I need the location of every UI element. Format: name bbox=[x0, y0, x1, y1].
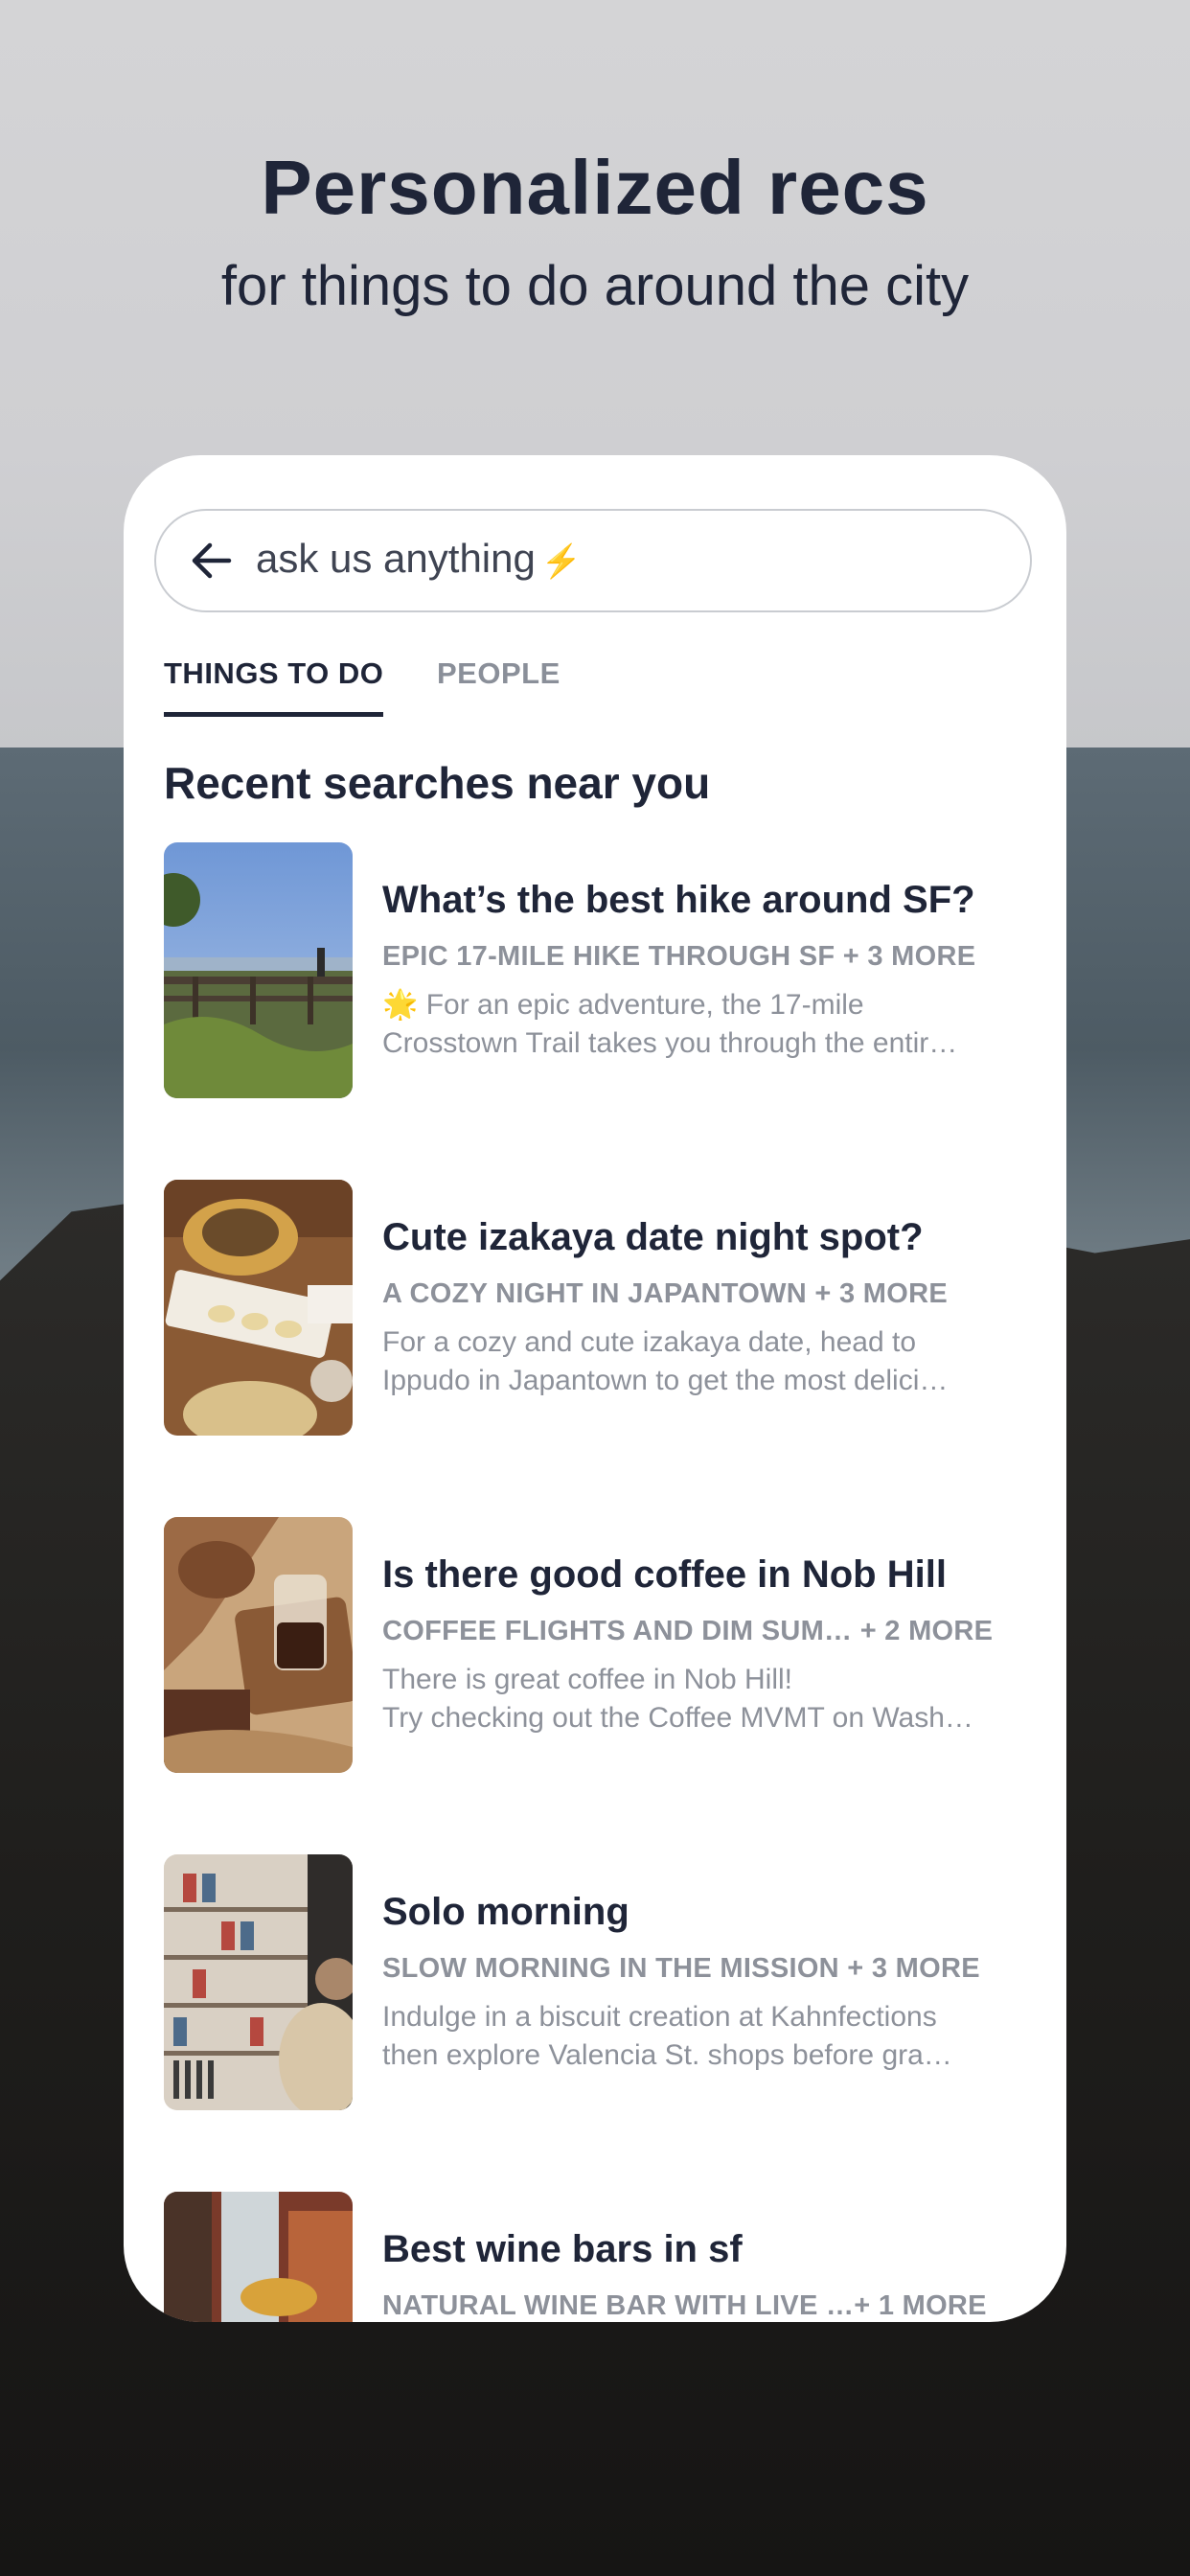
tab-things-to-do[interactable]: THINGS TO DO bbox=[164, 656, 384, 717]
section-title: Recent searches near you bbox=[164, 758, 711, 808]
bolt-icon: ⚡ bbox=[540, 543, 583, 580]
hero-title: Personalized recs bbox=[261, 145, 929, 230]
search-placeholder: ask us anything bbox=[256, 536, 536, 581]
result-title: Best wine bars in sf bbox=[382, 2228, 743, 2270]
bookstore-photo bbox=[164, 1854, 353, 2110]
tab-bar: THINGS TO DO PEOPLE bbox=[164, 656, 1026, 724]
result-subtitle: A COZY NIGHT IN JAPANTOWN + 3 MORE bbox=[382, 1278, 948, 1309]
result-description: There is great coffee in Nob Hill! Try c… bbox=[382, 1664, 973, 1734]
search-input[interactable]: ask us anything ⚡ bbox=[256, 536, 582, 582]
result-description: Indulge in a biscuit creation at Kahnfec… bbox=[382, 2001, 952, 2071]
result-subtitle: SLOW MORNING IN THE MISSION + 3 MORE bbox=[382, 1953, 980, 1984]
result-title: What’s the best hike around SF? bbox=[382, 879, 975, 921]
wine-bar-photo bbox=[164, 2192, 353, 2322]
result-subtitle: COFFEE FLIGHTS AND DIM SUM… + 2 MORE bbox=[382, 1616, 994, 1646]
hike-photo bbox=[164, 842, 353, 1098]
result-item[interactable]: Cute izakaya date night spot? A COZY NIG… bbox=[164, 1180, 1026, 1438]
result-title: Cute izakaya date night spot? bbox=[382, 1216, 924, 1258]
result-description: For a cozy and cute izakaya date, head t… bbox=[382, 1326, 949, 1396]
result-title: Solo morning bbox=[382, 1891, 629, 1933]
izakaya-photo bbox=[164, 1180, 353, 1436]
result-item[interactable]: Is there good coffee in Nob Hill COFFEE … bbox=[164, 1517, 1026, 1776]
search-bar[interactable]: ask us anything ⚡ bbox=[154, 509, 1032, 612]
search-card: ask us anything ⚡ THINGS TO DO PEOPLE Rec… bbox=[124, 455, 1066, 2322]
hero-subtitle: for things to do around the city bbox=[220, 255, 970, 317]
result-subtitle: EPIC 17-MILE HIKE THROUGH SF + 3 MORE bbox=[382, 941, 976, 972]
result-item[interactable]: What’s the best hike around SF? EPIC 17-… bbox=[164, 842, 1026, 1101]
coffee-photo bbox=[164, 1517, 353, 1773]
result-item[interactable]: Solo morning SLOW MORNING IN THE MISSION… bbox=[164, 1854, 1026, 2113]
result-title: Is there good coffee in Nob Hill bbox=[382, 1553, 947, 1596]
result-description: 🌟 For an epic adventure, the 17-mile Cro… bbox=[382, 989, 958, 1059]
tab-people[interactable]: PEOPLE bbox=[437, 656, 561, 691]
result-subtitle: NATURAL WINE BAR WITH LIVE …+ 1 MORE bbox=[382, 2290, 987, 2321]
result-item[interactable]: Best wine bars in sf NATURAL WINE BAR WI… bbox=[164, 2192, 1026, 2322]
arrow-left-icon[interactable] bbox=[191, 540, 233, 582]
